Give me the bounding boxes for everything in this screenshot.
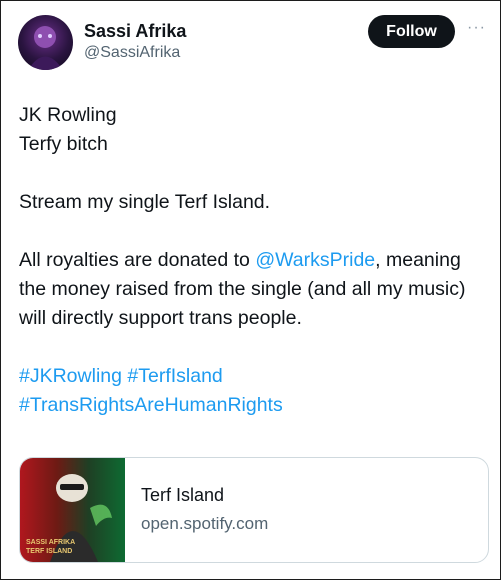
avatar[interactable] [18,15,73,70]
link-title[interactable]: Terf Island [141,485,224,506]
mention-link[interactable]: @WarksPride [255,249,375,271]
album-cover-image: SASSI AFRIKA TERF ISLAND [20,458,125,562]
hashtag-line-1: #JKRowling #TerfIsland [19,362,489,391]
hashtag-transrights[interactable]: #TransRightsAreHumanRights [19,394,283,416]
album-cover-text: SASSI AFRIKA TERF ISLAND [26,538,75,556]
album-cover-artist: SASSI AFRIKA [26,539,76,546]
hashtag-jkrowling[interactable]: #JKRowling [19,365,122,387]
avatar-image-icon [28,26,63,70]
tweet-card: Sassi Afrika @SassiAfrika Follow ··· JK … [0,0,501,580]
tweet-line-2: Terfy bitch [19,133,108,155]
author-name[interactable]: Sassi Afrika [84,21,186,42]
link-preview-card[interactable]: SASSI AFRIKA TERF ISLAND Terf Island ope… [19,457,489,563]
tweet-line-1: JK Rowling [19,104,117,126]
tweet-line-3: Stream my single Terf Island. [19,191,271,213]
follow-button[interactable]: Follow [368,15,455,48]
author-handle[interactable]: @SassiAfrika [84,44,180,62]
royalties-prefix: All royalties are donated to [19,249,256,271]
hashtag-line-2: #TransRightsAreHumanRights [19,391,489,420]
more-options-icon[interactable]: ··· [467,19,486,37]
tweet-paragraph-royalties: All royalties are donated to @WarksPride… [19,246,489,333]
link-domain: open.spotify.com [141,514,269,533]
tweet-text: JK Rowling Terfy bitch Stream my single … [19,101,489,420]
hashtag-terfisland[interactable]: #TerfIsland [127,365,222,387]
album-cover-title: TERF ISLAND [26,548,73,555]
